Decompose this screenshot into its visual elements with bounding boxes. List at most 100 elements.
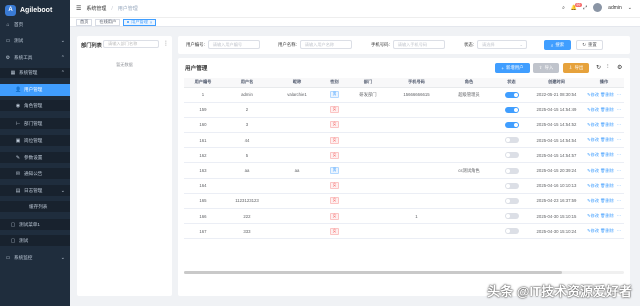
sidebar-item-6[interactable]: ◉ 角色管理 [0,100,70,111]
status-toggle[interactable] [504,167,519,174]
delete-button[interactable]: 🗑删除 [600,92,614,97]
sidebar-item-9[interactable]: ✎ 参数设置 [0,152,70,163]
sidebar-item-12[interactable]: 缓存列表 [0,201,70,212]
density-icon[interactable]: ⫶ [607,64,609,71]
column-header[interactable]: 昵称 [272,78,322,88]
more-icon[interactable]: ⋯ [617,228,621,233]
breadcrumb-item-1[interactable]: 系统管理 [86,5,106,12]
search-button[interactable]: ⌕ 搜索 [544,40,571,50]
chevron-down-icon[interactable]: ⌄ [628,5,632,11]
phone-input[interactable]: 请输入手机号码 [392,40,445,49]
edit-button[interactable]: ✎修改 [587,183,599,188]
status-toggle[interactable] [504,182,519,189]
edit-label: 修改 [590,182,599,188]
column-header[interactable]: 创建时间 [529,78,584,88]
role-cell: cs测试角色 [444,162,494,179]
brand-logo[interactable]: A Agileboot [0,0,70,20]
column-header[interactable]: 部门 [347,78,389,88]
status-toggle[interactable] [504,228,519,235]
delete-button[interactable]: 🗑删除 [600,183,614,188]
status-toggle[interactable] [504,152,519,159]
edit-button[interactable]: ✎修改 [587,198,599,203]
delete-button[interactable]: 🗑删除 [600,228,614,233]
delete-button[interactable]: 🗑删除 [600,168,614,173]
fullscreen-icon[interactable]: ⤢ [583,5,587,11]
tab-user-management[interactable]: 用户管理 × [123,18,157,26]
search-icon[interactable]: ⌕ [562,5,565,11]
horizontal-scrollbar[interactable] [184,271,624,274]
status-toggle[interactable] [504,91,519,98]
status-toggle[interactable] [504,197,519,204]
edit-button[interactable]: ✎修改 [587,92,599,97]
sidebar-item-2[interactable]: ▭ 测试 ⌄ [0,36,70,46]
home-icon: ⌂ [6,22,10,28]
tab-home[interactable]: 首页 [76,18,93,26]
import-button[interactable]: ⇧ 导入 [533,63,559,73]
sidebar-item-7[interactable]: ⊢ 部门管理 [0,118,70,129]
status-toggle[interactable] [504,106,519,113]
reset-button[interactable]: ↻ 重置 [576,40,603,50]
sidebar-item-4[interactable]: ▦ 系统管理 ⌃ [0,68,70,78]
delete-button[interactable]: 🗑删除 [600,198,614,203]
sidebar-item-3[interactable]: ⚙ 系统工具 ⌃ [0,53,70,63]
sidebar-item-13[interactable]: ▢ 测试菜单1 [0,219,70,230]
dept-search-input[interactable]: 请输入部门名称 [103,40,159,48]
delete-button[interactable]: 🗑删除 [600,152,614,157]
more-icon[interactable]: ⋯ [617,137,621,142]
settings-icon[interactable]: ⚙ [617,64,622,71]
user-id-input[interactable]: 请输入用户编号 [207,40,260,49]
delete-button[interactable]: 🗑删除 [600,213,614,218]
column-header[interactable]: 状态 [494,78,529,88]
sidebar-item-11[interactable]: ▤ 日志管理 ⌄ [0,185,70,196]
status-toggle[interactable] [504,213,519,220]
status-toggle[interactable] [504,137,519,144]
column-header[interactable]: 手机号码 [389,78,444,88]
sex-tag: 女 [329,182,340,190]
more-icon[interactable]: ⋯ [617,198,621,203]
more-icon[interactable]: ⋯ [617,183,621,188]
delete-button[interactable]: 🗑删除 [600,107,614,112]
notification-bell[interactable]: 🔔 99 [571,2,582,11]
more-icon[interactable]: ⋯ [617,168,621,173]
sidebar-item-15[interactable]: ▭ 系统监控 ⌄ [0,252,70,263]
more-icon[interactable]: ⋯ [617,213,621,218]
edit-button[interactable]: ✎修改 [587,168,599,173]
column-header[interactable]: 角色 [444,78,494,88]
username-label[interactable]: admin [608,5,622,11]
column-header[interactable]: 操作 [584,78,624,88]
column-header[interactable]: 性别 [322,78,347,88]
dept-cell [347,147,389,164]
add-user-button[interactable]: + 新增用户 [495,63,530,73]
delete-button[interactable]: 🗑删除 [600,122,614,127]
status-select[interactable]: 请选择 ⌄ [477,40,528,49]
sidebar-item-5[interactable]: 👤 用户管理 [0,84,70,96]
sidebar-item-1[interactable]: ⌂ 首页 [0,20,70,30]
avatar[interactable] [593,3,603,12]
more-icon[interactable]: ⋯ [617,152,621,157]
delete-button[interactable]: 🗑删除 [600,137,614,142]
delete-label: 删除 [605,167,614,173]
edit-button[interactable]: ✎修改 [587,107,599,112]
sidebar-item-10[interactable]: ✉ 通知公告 [0,168,70,179]
username-input[interactable]: 请输入用户名称 [299,40,352,49]
sidebar-item-14[interactable]: ▢ 测试 [0,235,70,246]
refresh-icon[interactable]: ↻ [596,64,601,71]
more-icon[interactable]: ⋯ [617,122,621,127]
column-header[interactable]: 用户编号 [184,78,222,88]
close-icon[interactable]: × [150,20,152,25]
tab-online-users[interactable]: 在线用户 [95,18,121,26]
status-toggle[interactable] [504,121,519,128]
more-vertical-icon[interactable]: ⋮ [163,40,169,47]
hamburger-icon[interactable]: ☰ [76,5,81,12]
export-button[interactable]: ⇩ 导出 [563,63,589,73]
edit-button[interactable]: ✎修改 [587,213,599,218]
more-icon[interactable]: ⋯ [617,107,621,112]
column-header[interactable]: 用户名 [222,78,272,88]
edit-button[interactable]: ✎修改 [587,228,599,233]
edit-button[interactable]: ✎修改 [587,137,599,142]
username-cell: 1123123123 [222,193,272,210]
edit-button[interactable]: ✎修改 [587,122,599,127]
edit-button[interactable]: ✎修改 [587,152,599,157]
sidebar-item-8[interactable]: ▣ 岗位管理 [0,135,70,146]
more-icon[interactable]: ⋯ [617,92,621,97]
